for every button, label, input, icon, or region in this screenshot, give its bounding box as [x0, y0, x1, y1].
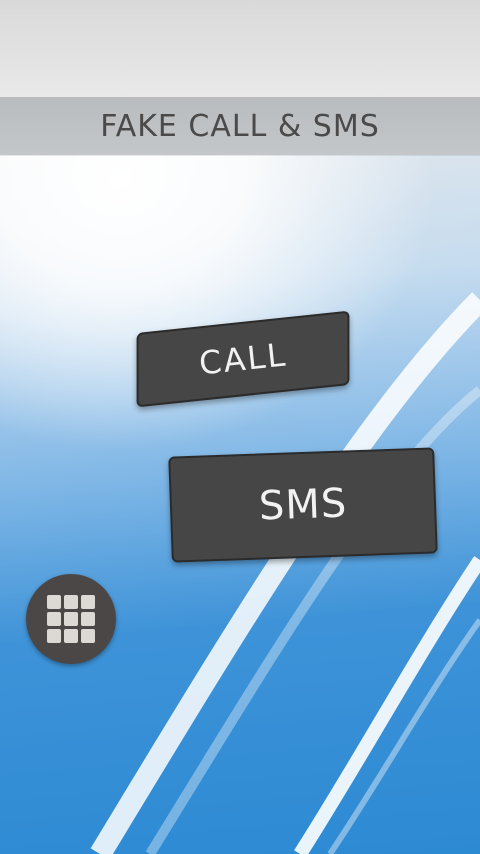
app-title: FAKE CALL & SMS: [100, 108, 380, 144]
call-button[interactable]: CALL: [136, 310, 350, 408]
sms-button-label: SMS: [258, 480, 348, 530]
app-screen: FAKE CALL & SMS CALL SMS: [0, 0, 480, 854]
apps-menu-button[interactable]: [26, 574, 116, 664]
grid-apps-icon: [47, 595, 95, 643]
sms-button[interactable]: SMS: [168, 447, 438, 563]
call-button-label: CALL: [197, 335, 289, 383]
top-blank-area: [0, 0, 480, 97]
title-bar: FAKE CALL & SMS: [0, 97, 480, 155]
